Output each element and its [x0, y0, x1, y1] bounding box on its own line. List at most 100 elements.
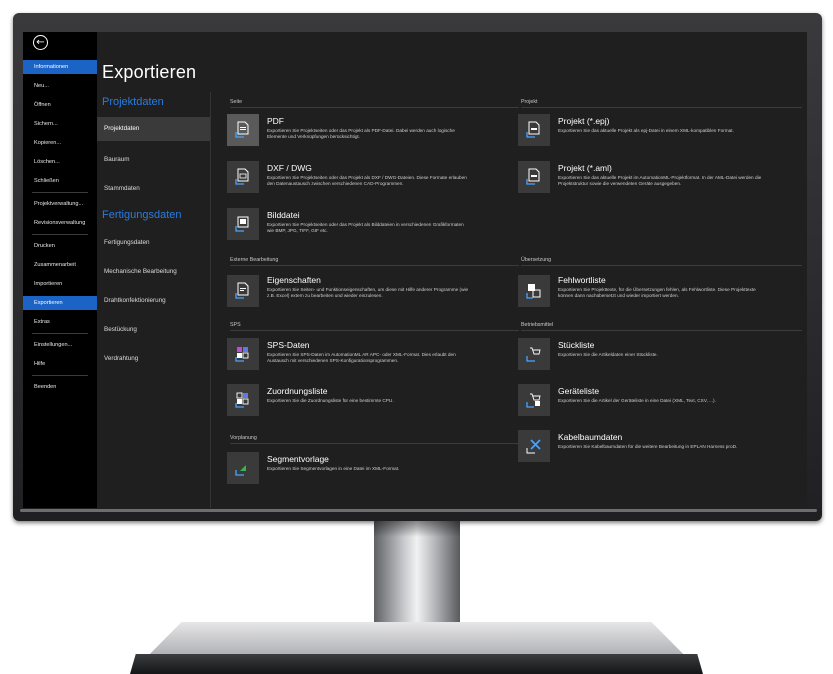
section-seite: Seite: [230, 99, 243, 105]
bild-title: Bilddatei: [267, 210, 300, 220]
backstage-sidebar: ← Informationen Neu... Öffnen Sichern...…: [23, 32, 97, 508]
segmentvorlage-title: Segmentvorlage: [267, 454, 329, 464]
eigenschaften-desc: Exportieren Sie Seiten- und Funktionseig…: [267, 287, 469, 299]
dxf-desc: Exportieren Sie Projektseiten oder das P…: [267, 175, 467, 187]
nav-group-projektdaten: Projektdaten: [102, 96, 164, 108]
arrow-left-circle-icon[interactable]: ←: [33, 35, 48, 50]
assignment-export-button[interactable]: [227, 384, 259, 416]
epj-desc: Exportieren Sie das aktuelle Projekt als…: [558, 128, 734, 133]
kabelbaumdaten-title: Kabelbaumdaten: [558, 432, 623, 442]
section-divider: [521, 330, 802, 331]
harness-export-button[interactable]: [518, 430, 550, 462]
dxf-export-icon: [235, 168, 249, 185]
section-betriebsmittel: Betriebsmittel: [521, 322, 554, 328]
section-divider: [230, 265, 519, 266]
epj-title: Projekt (*.epj): [558, 116, 610, 126]
sidebar-item-projektverwaltung[interactable]: Projektverwaltung...: [23, 197, 97, 211]
epj-export-icon: [526, 121, 540, 138]
section-divider: [230, 330, 519, 331]
nav-item-verdrahtung[interactable]: Verdrahtung: [97, 347, 210, 371]
sps-desc: Exportieren Sie SPS-Daten im AutomationM…: [267, 352, 456, 364]
sidebar-item-exportieren[interactable]: Exportieren: [23, 296, 97, 310]
dxf-export-button[interactable]: [227, 161, 259, 193]
segmentvorlage-desc: Exportieren Sie Segmentvorlagen in eine …: [267, 466, 400, 471]
sidebar-item-drucken[interactable]: Drucken: [23, 239, 97, 253]
sps-title: SPS-Daten: [267, 340, 310, 350]
nav-item-drahtkonfektionierung[interactable]: Drahtkonfektionierung: [97, 289, 210, 313]
device-list-export-icon: [526, 393, 541, 408]
translation-export-icon: [526, 284, 541, 299]
plc-export-button[interactable]: [227, 338, 259, 370]
sidebar-item-extras[interactable]: Extras: [23, 315, 97, 329]
sidebar-divider: [32, 192, 88, 193]
sidebar-item-beenden[interactable]: Beenden: [23, 380, 97, 394]
export-page: Exportieren Projektdaten Projektdaten Ba…: [97, 32, 807, 508]
sidebar-divider: [32, 333, 88, 334]
sidebar-item-einstellungen[interactable]: Einstellungen...: [23, 338, 97, 352]
section-vorplanung: Vorplanung: [230, 435, 257, 441]
pdf-export-icon: [235, 121, 249, 138]
segment-export-button[interactable]: [227, 452, 259, 484]
assignment-export-icon: [235, 392, 249, 408]
nav-item-fertigungsdaten[interactable]: Fertigungsdaten: [97, 231, 210, 255]
section-externe-bearbeitung: Externe Bearbeitung: [230, 257, 279, 263]
harness-export-icon: [526, 439, 541, 454]
image-export-icon: [235, 216, 249, 232]
parts-list-export-button[interactable]: [518, 338, 550, 370]
monitor-stand-neck: [374, 521, 460, 629]
nav-item-projektdaten[interactable]: Projektdaten: [97, 117, 210, 141]
aml-export-icon: [526, 168, 540, 185]
zuordnungsliste-title: Zuordnungsliste: [267, 386, 328, 396]
sidebar-item-revisionsverwaltung[interactable]: Revisionsverwaltung: [23, 216, 97, 230]
section-uebersetzung: Übersetzung: [521, 257, 552, 263]
geraeteliste-desc: Exportieren Sie die Artikel der Geräteli…: [558, 398, 716, 403]
pdf-desc: Exportieren Sie Projektseiten oder das P…: [267, 128, 455, 140]
aml-desc: Exportieren Sie das aktuelle Projekt im …: [558, 175, 762, 187]
stueckliste-title: Stückliste: [558, 340, 595, 350]
aml-title: Projekt (*.aml): [558, 163, 612, 173]
eigenschaften-title: Eigenschaften: [267, 275, 321, 285]
fehlwortliste-desc: Exportieren Sie Projekttexte, für die Üb…: [558, 287, 756, 299]
sidebar-item-oeffnen[interactable]: Öffnen: [23, 98, 97, 112]
device-list-export-button[interactable]: [518, 384, 550, 416]
sidebar-item-hilfe[interactable]: Hilfe: [23, 357, 97, 371]
monitor-neck-shadow: [374, 521, 460, 537]
pdf-title: PDF: [267, 116, 284, 126]
nav-item-mechanische-bearbeitung[interactable]: Mechanische Bearbeitung: [97, 260, 210, 284]
section-divider: [521, 107, 802, 108]
sidebar-item-informationen[interactable]: Informationen: [23, 60, 97, 74]
monitor-bottom-edge: [20, 509, 817, 512]
nav-item-bestueckung[interactable]: Bestückung: [97, 318, 210, 342]
nav-group-fertigungsdaten: Fertigungsdaten: [102, 209, 182, 221]
nav-item-bauraum[interactable]: Bauraum: [97, 148, 210, 172]
sidebar-item-schliessen[interactable]: Schließen: [23, 174, 97, 188]
plc-export-icon: [235, 347, 249, 362]
fehlwortliste-title: Fehlwortliste: [558, 275, 606, 285]
segment-export-icon: [235, 465, 246, 476]
bild-desc: Exportieren Sie Projektseiten oder das P…: [267, 222, 464, 234]
cart-export-icon: [526, 347, 541, 362]
sidebar-item-sichern[interactable]: Sichern...: [23, 117, 97, 131]
sidebar-item-kopieren[interactable]: Kopieren...: [23, 136, 97, 150]
section-divider: [521, 265, 802, 266]
properties-export-icon: [235, 282, 249, 299]
stueckliste-desc: Exportieren Sie die Artikeldaten einer S…: [558, 352, 658, 357]
sidebar-divider: [32, 375, 88, 376]
aml-export-button[interactable]: [518, 161, 550, 193]
nav-item-stammdaten[interactable]: Stammdaten: [97, 177, 210, 201]
sidebar-item-importieren[interactable]: Importieren: [23, 277, 97, 291]
page-title: Exportieren: [102, 62, 197, 82]
sidebar-item-loeschen[interactable]: Löschen...: [23, 155, 97, 169]
sidebar-item-zusammenarbeit[interactable]: Zusammenarbeit: [23, 258, 97, 272]
sidebar-item-neu[interactable]: Neu...: [23, 79, 97, 93]
translation-export-button[interactable]: [518, 275, 550, 307]
pdf-export-button[interactable]: [227, 114, 259, 146]
epj-export-button[interactable]: [518, 114, 550, 146]
zuordnungsliste-desc: Exportieren Sie die Zuordnungsliste für …: [267, 398, 394, 403]
monitor-base-front: [130, 654, 703, 674]
sidebar-divider: [32, 234, 88, 235]
section-divider: [230, 107, 519, 108]
section-divider: [230, 443, 519, 444]
image-export-button[interactable]: [227, 208, 259, 240]
properties-export-button[interactable]: [227, 275, 259, 307]
